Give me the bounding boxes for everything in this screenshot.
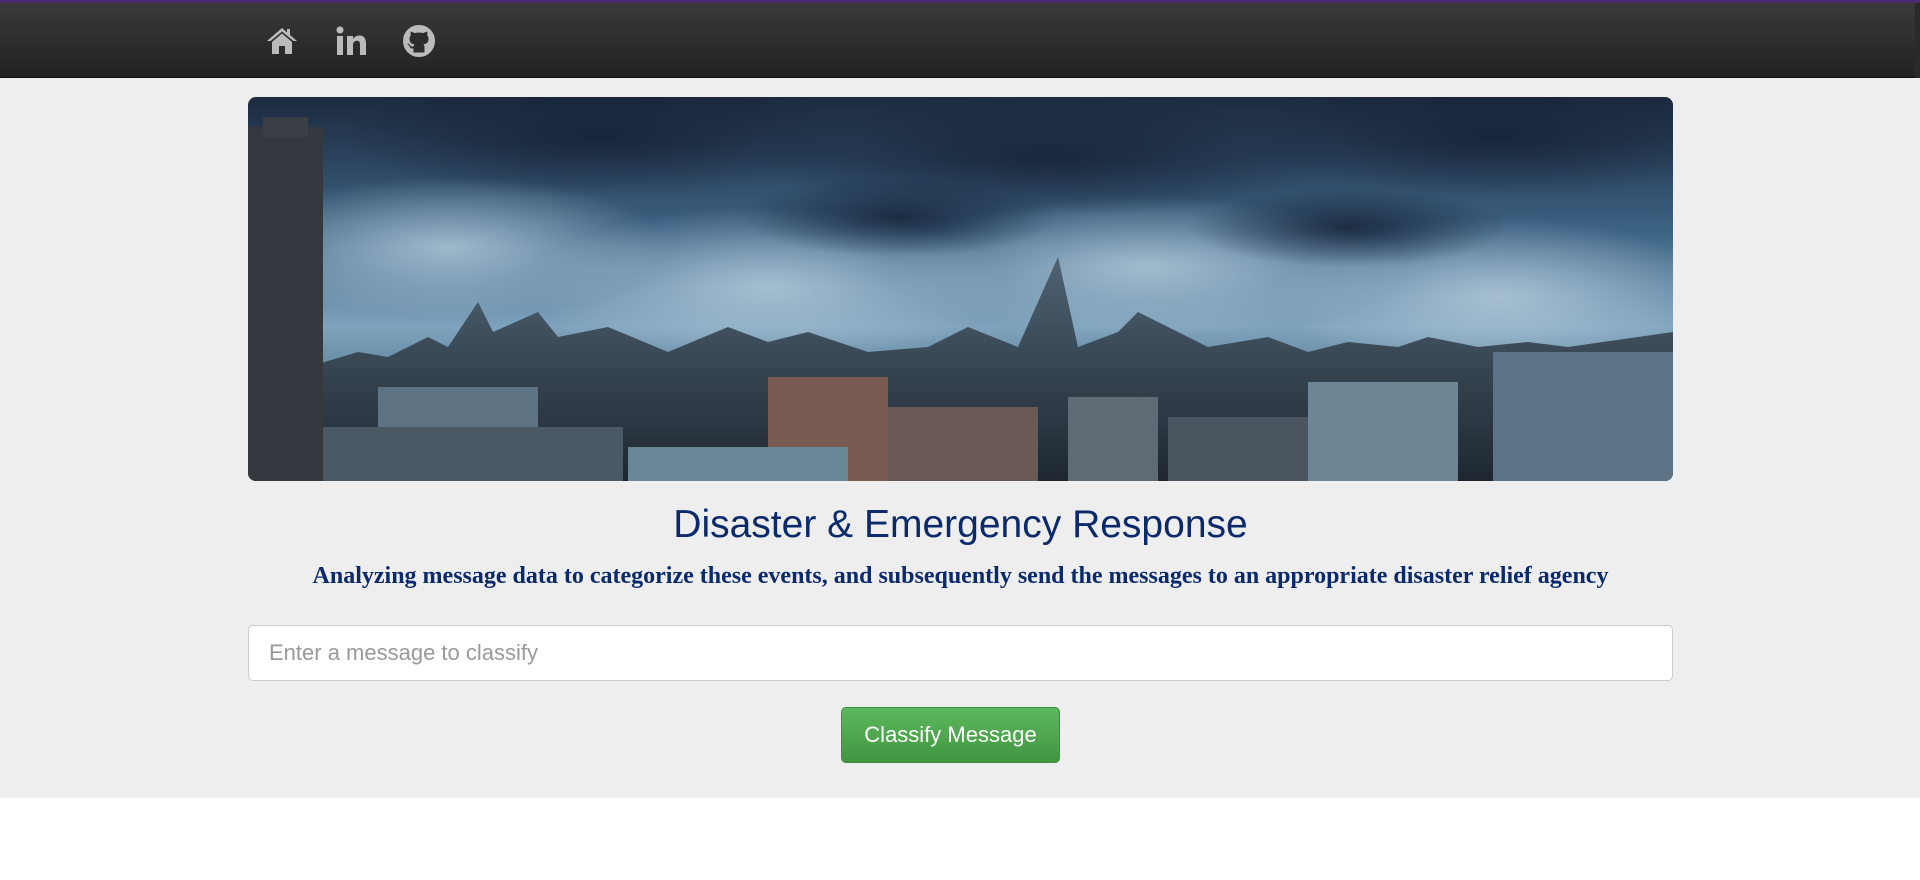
github-icon	[403, 25, 435, 57]
github-link[interactable]	[401, 23, 437, 59]
linkedin-link[interactable]	[333, 23, 369, 59]
stormy-city-skyline-image	[248, 97, 1673, 481]
banner-image	[248, 97, 1673, 481]
classify-message-button[interactable]: Classify Message	[841, 707, 1060, 763]
navbar	[0, 3, 1920, 78]
page-title: Disaster & Emergency Response	[673, 503, 1248, 546]
page-subtitle: Analyzing message data to categorize the…	[312, 563, 1609, 589]
home-icon	[266, 26, 298, 56]
linkedin-icon	[335, 25, 367, 57]
message-input[interactable]	[248, 625, 1673, 681]
home-link[interactable]	[264, 23, 300, 59]
jumbotron: Disaster & Emergency Response Analyzing …	[0, 78, 1920, 798]
